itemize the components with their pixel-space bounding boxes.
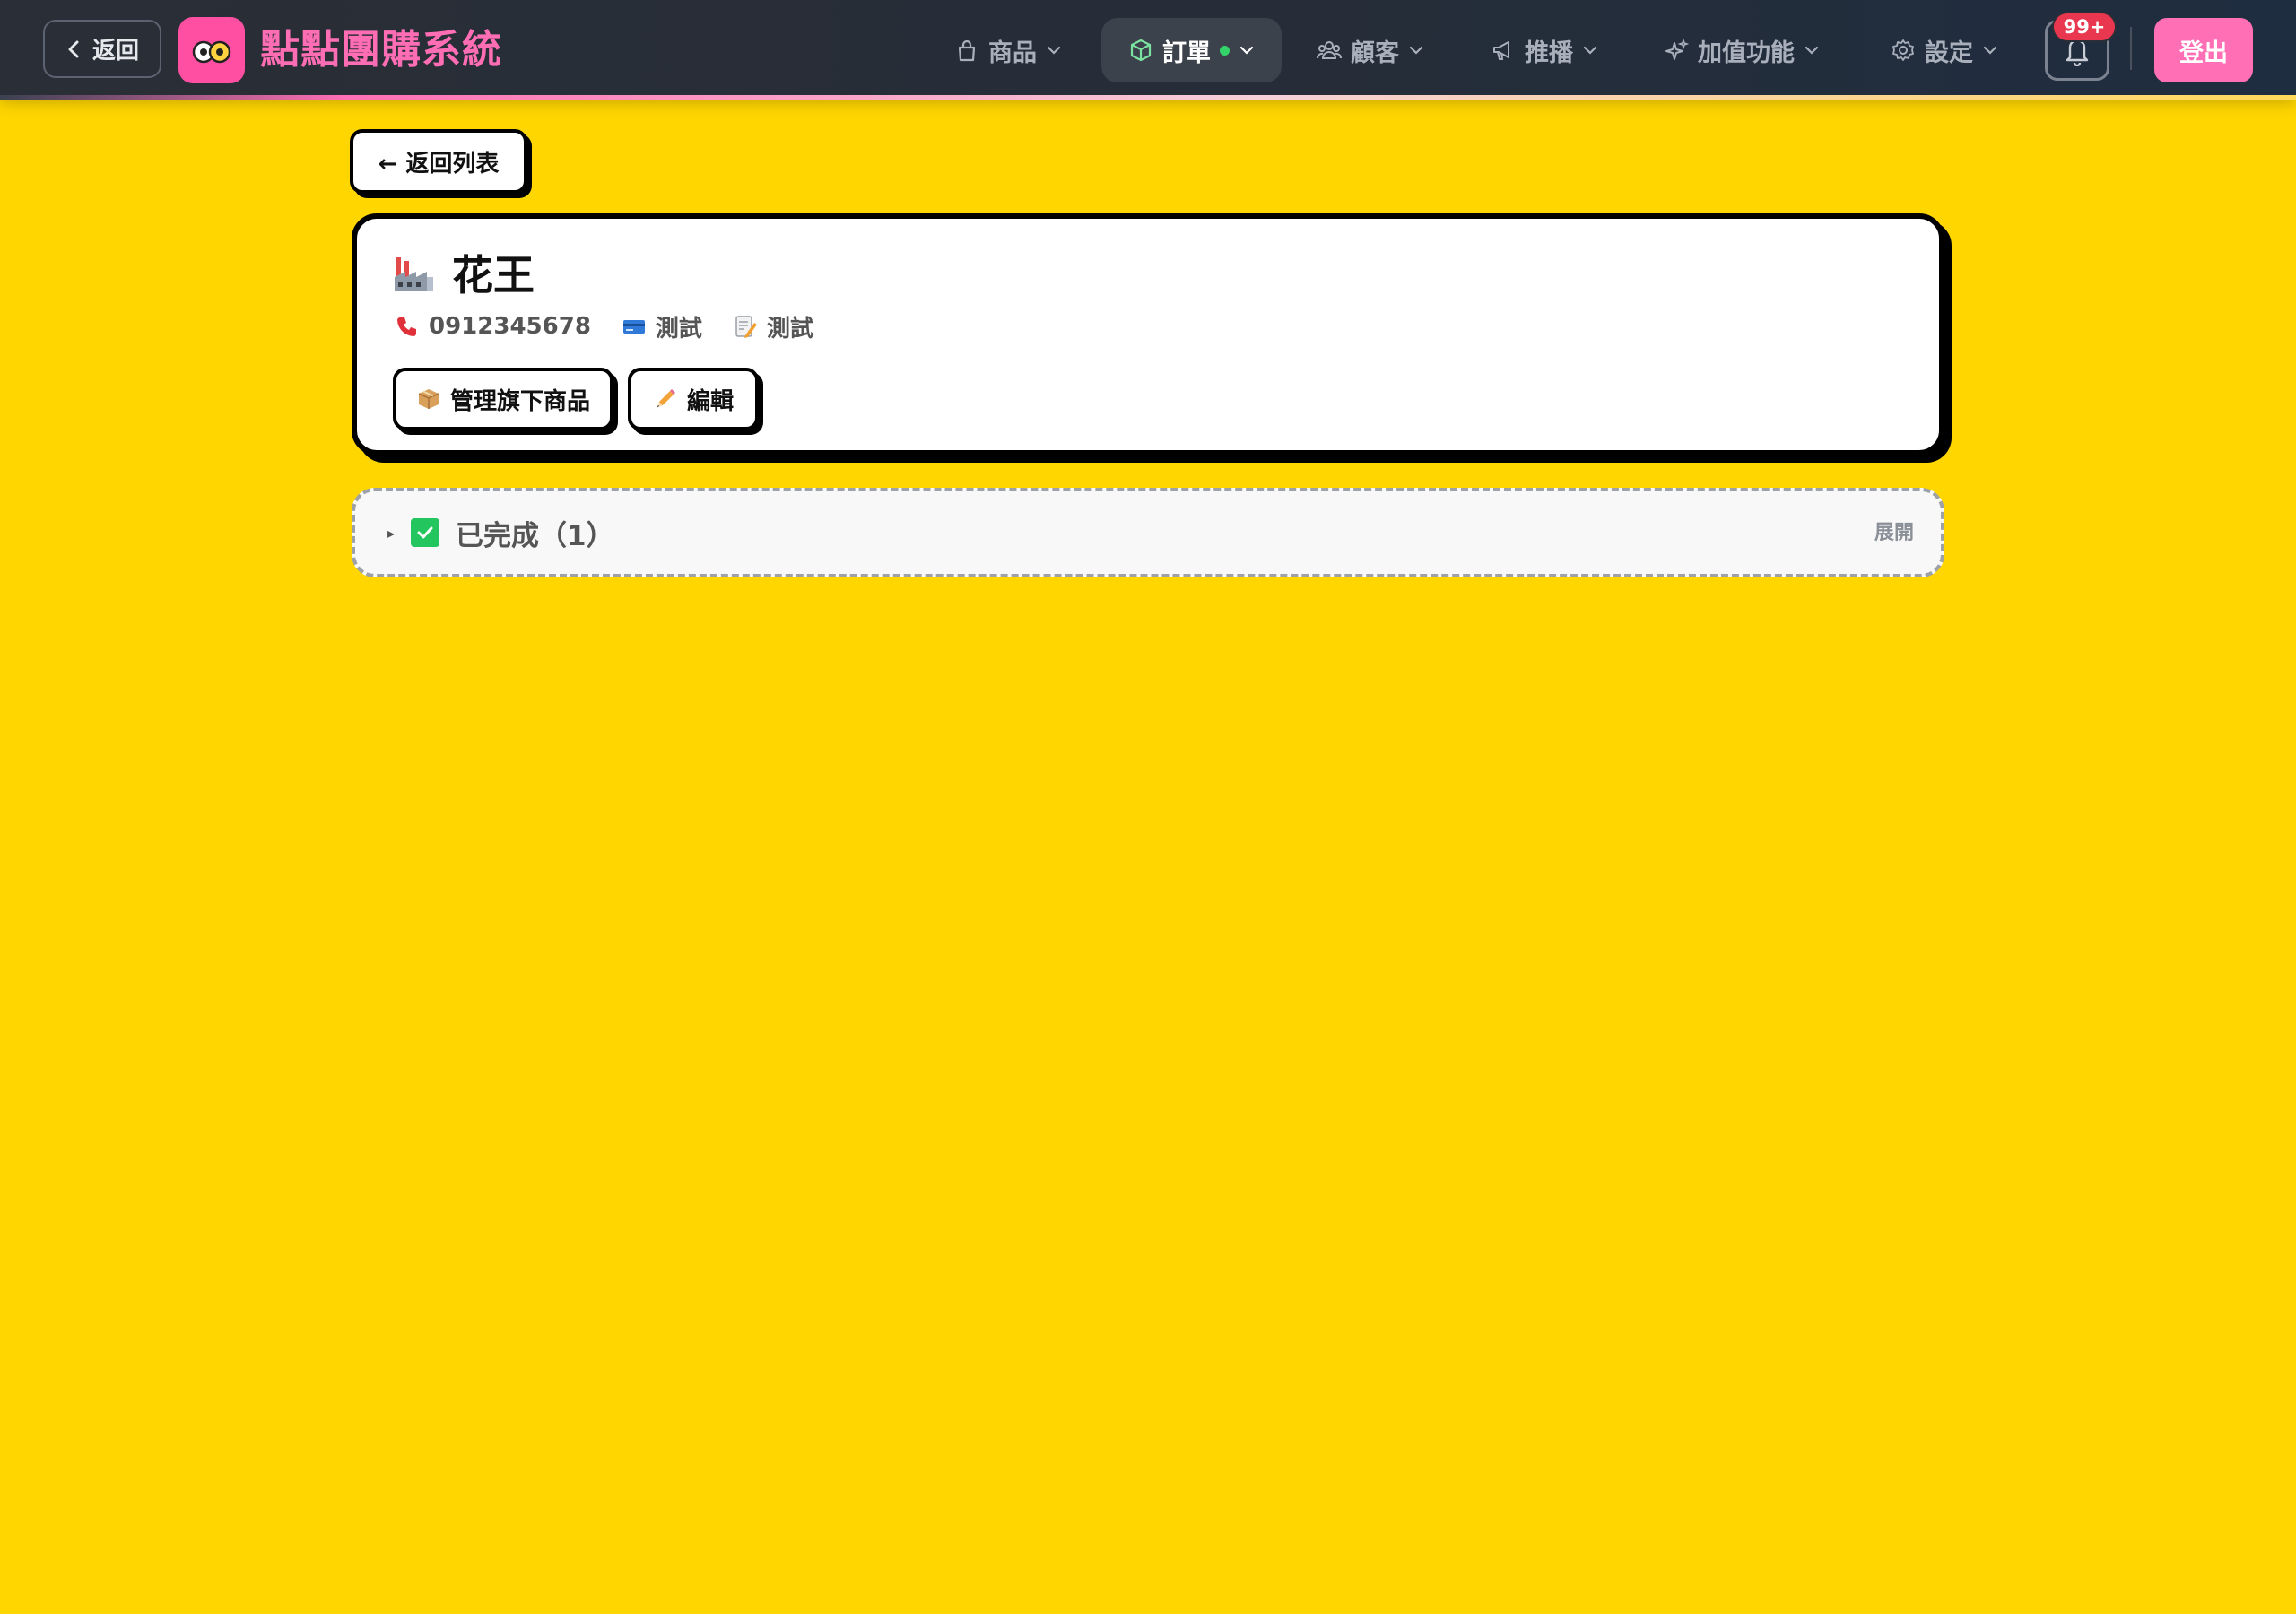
completed-section-title: 已完成（1）: [456, 519, 614, 552]
completed-section[interactable]: ▸ 已完成（1） 展開: [352, 488, 1944, 577]
chevron-down-icon: [1583, 46, 1597, 55]
menu-addons[interactable]: 加值功能: [1664, 18, 1820, 82]
bag-icon: [958, 39, 976, 62]
top-nav-bar: 返回 點點團購系統 商品 訂單 顧客 推播 加值功能 設定 99+ 登出: [0, 0, 2296, 95]
users-icon: [1317, 41, 1342, 59]
back-button[interactable]: 返回: [43, 20, 161, 78]
megaphone-icon: [1493, 41, 1509, 60]
chevron-down-icon: [1983, 46, 1997, 55]
pencil-icon: [656, 389, 675, 408]
menu-customers[interactable]: 顧客: [1317, 18, 1424, 82]
edit-button-label: 編輯: [686, 387, 734, 415]
back-to-list-button[interactable]: ← 返回列表: [350, 129, 527, 194]
supplier-account: 測試: [655, 315, 702, 343]
sparkles-icon: [1665, 38, 1689, 60]
nav-divider: [2130, 27, 2132, 70]
brand-title[interactable]: 點點團購系統: [260, 23, 502, 77]
check-icon: [411, 518, 440, 547]
menu-broadcast[interactable]: 推播: [1491, 18, 1598, 82]
back-button-label: 返回: [91, 38, 139, 65]
expand-toggle[interactable]: 展開: [1874, 491, 1914, 570]
gear-icon: [1892, 39, 1914, 61]
notification-count-badge: 99+: [2052, 12, 2117, 42]
phone-icon: [397, 317, 416, 336]
edit-button[interactable]: 編輯: [628, 368, 759, 430]
menu-settings-label: 設定: [1925, 39, 1973, 67]
chevron-down-icon: [1805, 46, 1819, 55]
menu-orders-label: 訂單: [1162, 39, 1211, 67]
supplier-title: 花王: [391, 246, 535, 299]
supplier-note: 測試: [766, 315, 813, 343]
logout-button[interactable]: 登出: [2154, 18, 2253, 82]
chevron-left-icon: [68, 40, 79, 57]
completed-section-header[interactable]: ▸ 已完成（1）: [387, 491, 614, 574]
menu-orders[interactable]: 訂單: [1101, 18, 1282, 82]
manage-products-label: 管理旗下商品: [449, 387, 590, 415]
supplier-meta: 0912345678 測試 測試: [395, 308, 813, 344]
manage-products-button[interactable]: 管理旗下商品: [393, 368, 613, 430]
supplier-phone: 0912345678: [429, 313, 591, 340]
nav-accent-line: [0, 95, 2296, 100]
package-icon: [418, 389, 439, 409]
menu-customers-label: 顧客: [1351, 39, 1399, 67]
menu-products[interactable]: 商品: [954, 18, 1062, 82]
credit-card-icon: [622, 320, 645, 334]
eyes-logo-icon: [192, 40, 231, 64]
factory-icon: [395, 257, 433, 291]
menu-products-label: 商品: [988, 39, 1037, 67]
menu-addons-label: 加值功能: [1698, 39, 1795, 67]
menu-settings[interactable]: 設定: [1891, 18, 1998, 82]
expand-triangle-icon: ▸: [387, 524, 396, 542]
memo-icon: [735, 316, 757, 338]
status-dot: [1220, 45, 1230, 56]
brand-logo[interactable]: [178, 17, 245, 83]
menu-broadcast-label: 推播: [1525, 39, 1573, 67]
chevron-down-icon: [1239, 46, 1254, 55]
chevron-down-icon: [1047, 46, 1061, 55]
supplier-card: 花王 0912345678 測試 測試 管理旗下商品 編輯: [352, 213, 1944, 456]
chevron-down-icon: [1409, 46, 1423, 55]
supplier-name: 花王: [452, 251, 535, 299]
box-icon: [1130, 39, 1152, 62]
